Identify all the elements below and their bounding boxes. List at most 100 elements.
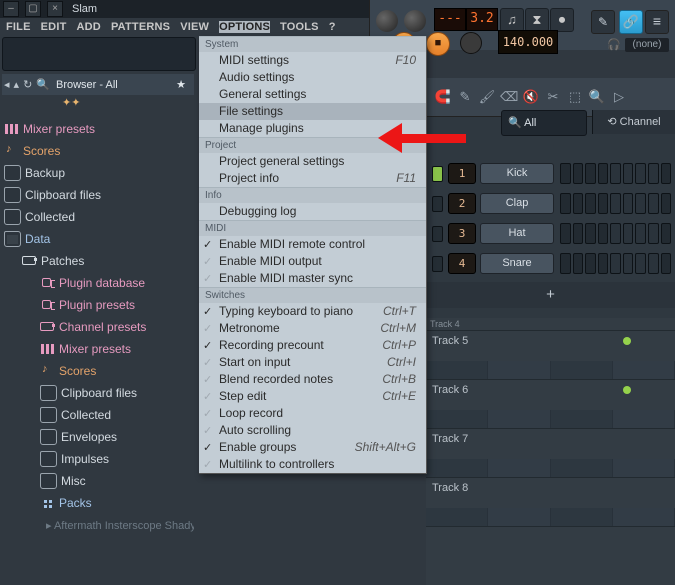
track-cell[interactable] xyxy=(426,361,488,379)
tree-item-clipboard-files[interactable]: Clipboard files xyxy=(4,184,194,206)
tree-item-impulses[interactable]: Impulses xyxy=(4,448,194,470)
track-cell[interactable] xyxy=(488,361,550,379)
main-volume-knob[interactable] xyxy=(376,10,398,32)
wait-input-icon[interactable]: ⧗ xyxy=(525,8,549,32)
channel-filter-dropdown[interactable]: 🔍 All xyxy=(501,110,587,136)
playlist-track-track-6[interactable]: Track 6 xyxy=(426,380,675,429)
playlist-track-track-7[interactable]: Track 7 xyxy=(426,429,675,478)
step-cell[interactable] xyxy=(598,253,609,274)
step-cell[interactable] xyxy=(648,193,659,214)
browser-back-icon[interactable]: ◂ xyxy=(4,78,10,91)
tempo-display[interactable]: 140.000 xyxy=(498,30,558,54)
step-cell[interactable] xyxy=(573,193,584,214)
step-cell[interactable] xyxy=(635,163,646,184)
tree-item-scores[interactable]: Scores xyxy=(4,360,194,382)
channel-number[interactable]: 2 xyxy=(448,193,476,214)
menu-tools[interactable]: TOOLS xyxy=(280,21,319,33)
menu-item-recording-precount[interactable]: ✓Recording precountCtrl+P xyxy=(199,337,426,354)
track-cell[interactable] xyxy=(488,410,550,428)
brush-tool-icon[interactable]: ✎ xyxy=(591,10,615,34)
step-cell[interactable] xyxy=(648,223,659,244)
channel-led[interactable] xyxy=(432,166,443,182)
menu-patterns[interactable]: PATTERNS xyxy=(111,21,170,33)
menu-view[interactable]: VIEW xyxy=(180,21,209,33)
menu-item-enable-midi-master-sync[interactable]: ✓Enable MIDI master sync xyxy=(199,270,426,287)
slice-icon[interactable]: ✂ xyxy=(544,88,562,106)
track-cell[interactable] xyxy=(613,361,675,379)
tree-item-backup[interactable]: Backup xyxy=(4,162,194,184)
countdown-icon[interactable]: ⏺ xyxy=(550,8,574,32)
playlist-track-track-8[interactable]: Track 8 xyxy=(426,478,675,527)
menu-item-project-info[interactable]: Project infoF11 xyxy=(199,170,426,187)
menu-item-midi-settings[interactable]: MIDI settingsF10 xyxy=(199,52,426,69)
tree-item-clipboard-files[interactable]: Clipboard files xyxy=(4,382,194,404)
menu-item-start-on-input[interactable]: ✓Start on inputCtrl+I xyxy=(199,354,426,371)
menu-item-general-settings[interactable]: General settings xyxy=(199,86,426,103)
step-cell[interactable] xyxy=(635,193,646,214)
playlist-track-track-5[interactable]: Track 5 xyxy=(426,331,675,380)
mute-icon[interactable]: 🔇 xyxy=(522,88,540,106)
step-cell[interactable] xyxy=(585,163,596,184)
main-pitch-knob[interactable] xyxy=(404,10,426,32)
step-cell[interactable] xyxy=(598,193,609,214)
track-cell[interactable] xyxy=(551,410,613,428)
channel-name-button[interactable]: Clap xyxy=(480,193,554,214)
menu-icon[interactable]: ≡ xyxy=(645,10,669,34)
step-cell[interactable] xyxy=(623,253,634,274)
tree-item-patches[interactable]: Patches xyxy=(4,250,194,272)
menu-item-metronome[interactable]: ✓MetronomeCtrl+M xyxy=(199,320,426,337)
menu-item-typing-keyboard-to-piano[interactable]: ✓Typing keyboard to pianoCtrl+T xyxy=(199,303,426,320)
step-cell[interactable] xyxy=(585,253,596,274)
output-none-label[interactable]: (none) xyxy=(625,38,669,52)
menu-item-project-general-settings[interactable]: Project general settings xyxy=(199,153,426,170)
tree-item-channel-presets[interactable]: Channel presets xyxy=(4,316,194,338)
step-cell[interactable] xyxy=(560,253,571,274)
menu-edit[interactable]: EDIT xyxy=(41,21,67,33)
channel-name-button[interactable]: Hat xyxy=(480,223,554,244)
window-maximize-button[interactable]: ▢ xyxy=(25,1,41,17)
menu-item-debugging-log[interactable]: Debugging log xyxy=(199,203,426,220)
playback-icon[interactable]: ▷ xyxy=(610,88,628,106)
metronome-icon[interactable]: ♫ xyxy=(500,8,524,32)
menu-item-loop-record[interactable]: ✓Loop record xyxy=(199,405,426,422)
tree-item-mixer-presets[interactable]: Mixer presets xyxy=(4,338,194,360)
tree-item-collected[interactable]: Collected xyxy=(4,404,194,426)
step-cell[interactable] xyxy=(661,223,672,244)
step-cell[interactable] xyxy=(610,223,621,244)
tree-item-packs[interactable]: Packs xyxy=(4,492,194,514)
menu-item-blend-recorded-notes[interactable]: ✓Blend recorded notesCtrl+B xyxy=(199,371,426,388)
menu-file[interactable]: FILE xyxy=(6,21,31,33)
favorite-icon[interactable]: ★ xyxy=(118,78,186,91)
step-cell[interactable] xyxy=(598,163,609,184)
step-cell[interactable] xyxy=(585,193,596,214)
menu-add[interactable]: ADD xyxy=(77,21,101,33)
track-cell[interactable] xyxy=(488,459,550,477)
tree-item-mixer-presets[interactable]: Mixer presets xyxy=(4,118,194,140)
browser-refresh-icon[interactable]: ↻ xyxy=(23,78,32,91)
channel-name-button[interactable]: Snare xyxy=(480,253,554,274)
channel-number[interactable]: 3 xyxy=(448,223,476,244)
step-cell[interactable] xyxy=(560,163,571,184)
bar-lcd[interactable]: 3.2 xyxy=(466,8,498,31)
channel-name-button[interactable]: Kick xyxy=(480,163,554,184)
channel-number[interactable]: 1 xyxy=(448,163,476,184)
tree-item-envelopes[interactable]: Envelopes xyxy=(4,426,194,448)
zoom-icon[interactable]: 🔍 xyxy=(588,88,606,106)
track-cell[interactable] xyxy=(551,508,613,526)
step-cell[interactable] xyxy=(573,163,584,184)
step-cell[interactable] xyxy=(635,253,646,274)
brush2-icon[interactable]: 🖌 xyxy=(478,88,496,106)
track-cell[interactable] xyxy=(613,459,675,477)
link-icon[interactable]: 🔗 xyxy=(619,10,643,34)
track-cell[interactable] xyxy=(551,459,613,477)
window-close-button[interactable]: × xyxy=(47,1,63,17)
playlist-track-track-4[interactable]: Track 4 xyxy=(426,318,675,331)
menu-item-enable-groups[interactable]: ✓Enable groupsShift+Alt+G xyxy=(199,439,426,456)
menu-options[interactable]: OPTIONS xyxy=(219,21,270,33)
step-cell[interactable] xyxy=(635,223,646,244)
track-cell[interactable] xyxy=(488,508,550,526)
step-cell[interactable] xyxy=(610,163,621,184)
record-button[interactable] xyxy=(460,32,482,54)
erase-icon[interactable]: ⌫ xyxy=(500,88,518,106)
stop-button[interactable]: ■ xyxy=(426,32,450,56)
